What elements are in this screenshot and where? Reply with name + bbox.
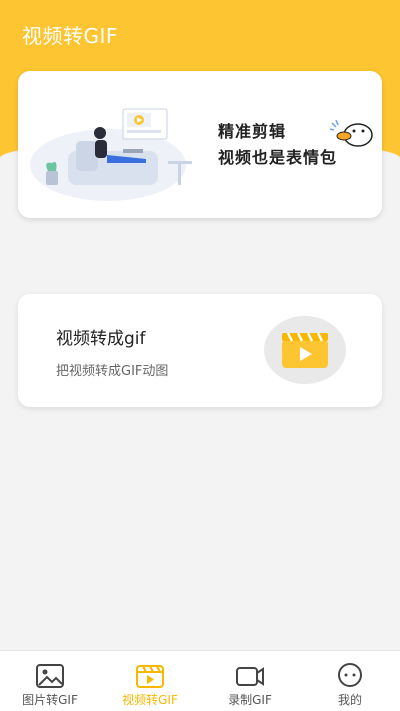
page-title: 视频转GIF — [22, 24, 118, 48]
tab-label: 我的 — [337, 693, 362, 707]
image-icon — [36, 664, 64, 688]
tab-label: 录制GIF — [228, 693, 272, 707]
tab-mine[interactable]: 我的 — [300, 651, 400, 711]
banner-line-1: 精准剪辑 — [218, 122, 287, 141]
tab-record-gif[interactable]: 录制GIF — [200, 651, 300, 711]
camera-record-icon — [236, 667, 264, 686]
duck-sticker-icon — [330, 119, 373, 147]
tab-image-to-gif[interactable]: 图片转GIF — [0, 651, 100, 711]
promo-banner[interactable]: 精准剪辑 视频也是表情包 — [18, 71, 382, 218]
video-clapper-icon — [282, 332, 328, 368]
feature-description: 把视频转成GIF动图 — [56, 364, 169, 379]
video-to-gif-card[interactable]: 视频转成gif 把视频转成GIF动图 — [18, 294, 382, 407]
feature-icon-background — [264, 316, 346, 384]
banner-line-2: 视频也是表情包 — [218, 148, 338, 167]
person-laptop-illustration — [30, 108, 192, 201]
chat-bubble-icon — [338, 663, 362, 687]
banner-slogan: 精准剪辑 视频也是表情包 — [218, 119, 337, 171]
video-clapper-icon — [136, 665, 164, 688]
bottom-tab-bar: 图片转GIF 视频转GIF 录制GIF 我的 — [0, 650, 400, 711]
tab-label: 图片转GIF — [22, 693, 78, 707]
feature-title: 视频转成gif — [56, 329, 146, 349]
tab-video-to-gif[interactable]: 视频转GIF — [100, 651, 200, 711]
tab-label: 视频转GIF — [122, 693, 178, 707]
